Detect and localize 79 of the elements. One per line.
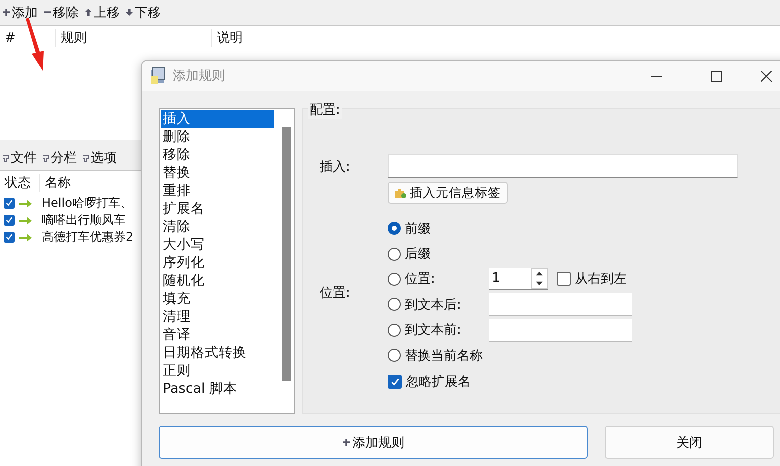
check-icon xyxy=(391,378,399,386)
pin-icon xyxy=(83,154,89,162)
arrow-icon xyxy=(18,234,33,242)
radio-button[interactable] xyxy=(388,272,401,286)
radio-button[interactable] xyxy=(388,298,401,312)
check-icon xyxy=(6,234,13,240)
close-dialog-button[interactable]: 关闭 xyxy=(605,426,774,459)
check-icon xyxy=(6,217,13,224)
up-arrow-icon xyxy=(85,9,92,16)
toolbar-button[interactable]: 移除 xyxy=(44,4,79,22)
list-item[interactable]: 序列化 xyxy=(161,254,274,272)
toolbar-button[interactable]: 下移 xyxy=(126,4,161,22)
list-item[interactable]: 插入 xyxy=(161,110,274,128)
field-label: 插入: xyxy=(320,159,352,177)
list-item[interactable]: 大小写 xyxy=(161,236,274,254)
insert-meta-button[interactable]: 插入元信息标签 xyxy=(388,182,508,204)
scrollbar[interactable] xyxy=(282,127,291,381)
plus-icon xyxy=(3,9,10,16)
list-item[interactable]: 正则 xyxy=(161,362,274,380)
toolbar-button[interactable]: 添加 xyxy=(3,4,38,22)
checkbox[interactable] xyxy=(4,215,15,226)
puzzle-icon xyxy=(394,187,407,199)
checkbox-label: 从右到左 xyxy=(575,271,627,288)
pin-icon xyxy=(43,154,49,162)
radio-label: 到文本前: xyxy=(405,322,462,340)
radio-button[interactable] xyxy=(388,324,401,337)
column-header[interactable]: 规则 xyxy=(55,29,211,47)
list-item[interactable]: 随机化 xyxy=(161,272,274,290)
list-item[interactable]: 删除 xyxy=(161,128,274,146)
toolbar-button[interactable]: 上移 xyxy=(85,4,120,22)
list-item[interactable]: 清除 xyxy=(161,218,274,236)
arrow-icon xyxy=(18,216,33,224)
checkbox-label: 忽略扩展名 xyxy=(406,374,471,391)
checkbox[interactable] xyxy=(4,198,15,209)
group-title: 配置: xyxy=(308,101,342,119)
toolbar-button[interactable]: 分栏 xyxy=(43,149,77,167)
file-name: 高德打车优惠券2 xyxy=(42,229,134,246)
pointer-arrow xyxy=(24,18,46,72)
maximize-icon[interactable] xyxy=(710,70,722,82)
list-item[interactable]: Pascal 脚本 xyxy=(161,380,274,398)
plus-icon xyxy=(342,439,350,446)
column-header[interactable]: 状态 xyxy=(0,174,39,192)
file-name: Hello哈啰打车、 xyxy=(42,195,132,212)
radio-label: 位置: xyxy=(405,271,436,288)
input-field[interactable] xyxy=(388,154,738,178)
file-name: 嘀嗒出行顺风车 xyxy=(42,212,126,229)
minus-icon xyxy=(44,9,51,16)
app-icon xyxy=(149,67,167,85)
input-field[interactable] xyxy=(489,318,632,342)
list-item[interactable]: 清理 xyxy=(161,308,274,326)
radio-button[interactable] xyxy=(388,248,401,261)
arrow-icon xyxy=(18,200,33,208)
list-item[interactable]: 填充 xyxy=(161,290,274,308)
radio-button[interactable] xyxy=(388,349,401,362)
checkbox[interactable] xyxy=(388,375,402,389)
add-rule-button[interactable]: 添加规则 xyxy=(159,426,588,459)
column-header[interactable]: # xyxy=(0,30,55,46)
input-field[interactable] xyxy=(489,293,632,316)
toolbar-button[interactable]: 文件 xyxy=(3,149,37,167)
radio-label: 到文本后: xyxy=(405,296,462,314)
list-item[interactable]: 扩展名 xyxy=(161,200,274,218)
field-label: 位置: xyxy=(320,284,352,302)
radio-label: 前缀 xyxy=(405,220,431,238)
radio-label: 后缀 xyxy=(405,246,431,264)
pin-icon xyxy=(3,154,9,162)
column-header[interactable]: 说明 xyxy=(211,29,417,47)
close-icon[interactable] xyxy=(760,70,772,82)
radio-label: 替换当前名称 xyxy=(405,348,483,365)
toolbar-button[interactable]: 选项 xyxy=(83,149,117,167)
list-item[interactable]: 移除 xyxy=(161,146,274,164)
radio-button[interactable] xyxy=(388,222,401,236)
window-title: 添加规则 xyxy=(173,68,226,85)
down-arrow-icon xyxy=(126,9,133,16)
list-item[interactable]: 音译 xyxy=(161,326,274,344)
checkbox[interactable] xyxy=(4,232,15,243)
list-item[interactable]: 日期格式转换 xyxy=(161,344,274,362)
checkbox[interactable] xyxy=(557,272,571,286)
check-icon xyxy=(6,200,13,206)
spin-box[interactable]: 1 xyxy=(489,268,548,290)
